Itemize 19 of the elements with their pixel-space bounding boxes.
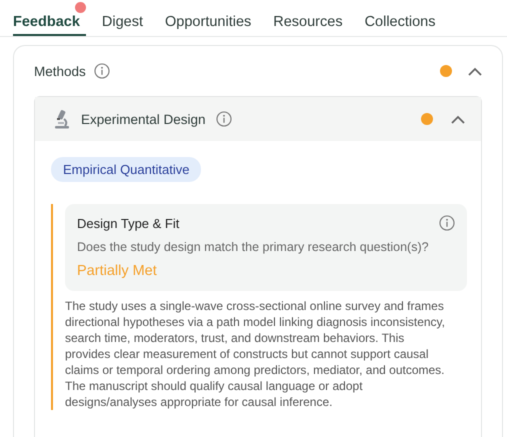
subsection-header[interactable]: Experimental Design	[35, 97, 481, 141]
tab[interactable]: Digest	[102, 0, 144, 36]
collapse-chevron-icon[interactable]	[468, 66, 482, 76]
info-icon[interactable]	[439, 215, 455, 231]
category-tag: Empirical Quantitative	[51, 157, 202, 182]
section-title: Methods	[34, 64, 86, 78]
subsection-title: Experimental Design	[81, 112, 206, 126]
tab[interactable]: Opportunities	[165, 0, 252, 36]
rating-label: Partially Met	[77, 263, 158, 279]
criterion-question: Does the study design match the primary research question(s)?	[77, 240, 430, 254]
tab[interactable]: Feedback	[13, 0, 86, 36]
collapse-chevron-icon[interactable]	[451, 114, 465, 124]
tab[interactable]: Resources	[273, 0, 343, 36]
info-icon[interactable]	[216, 111, 232, 127]
tab[interactable]: Collections	[364, 0, 436, 36]
microscope-icon	[53, 109, 71, 129]
info-icon[interactable]	[94, 63, 110, 79]
explanation-text: The study uses a single-wave cross-sectional online survey and frames directional hypotheses via a path model linking diagnosis inconsistency, search time, moderators, trust, and downstream behaviors. This provides clear measurement of constructs but cannot support causal claims or temporal ordering among predictors, mediator, and outcomes. The manuscript should qualify causal language or adopt designs/analyses appropriate for causal inference.	[65, 298, 446, 410]
criterion-title: Design Type & Fit	[77, 216, 180, 231]
